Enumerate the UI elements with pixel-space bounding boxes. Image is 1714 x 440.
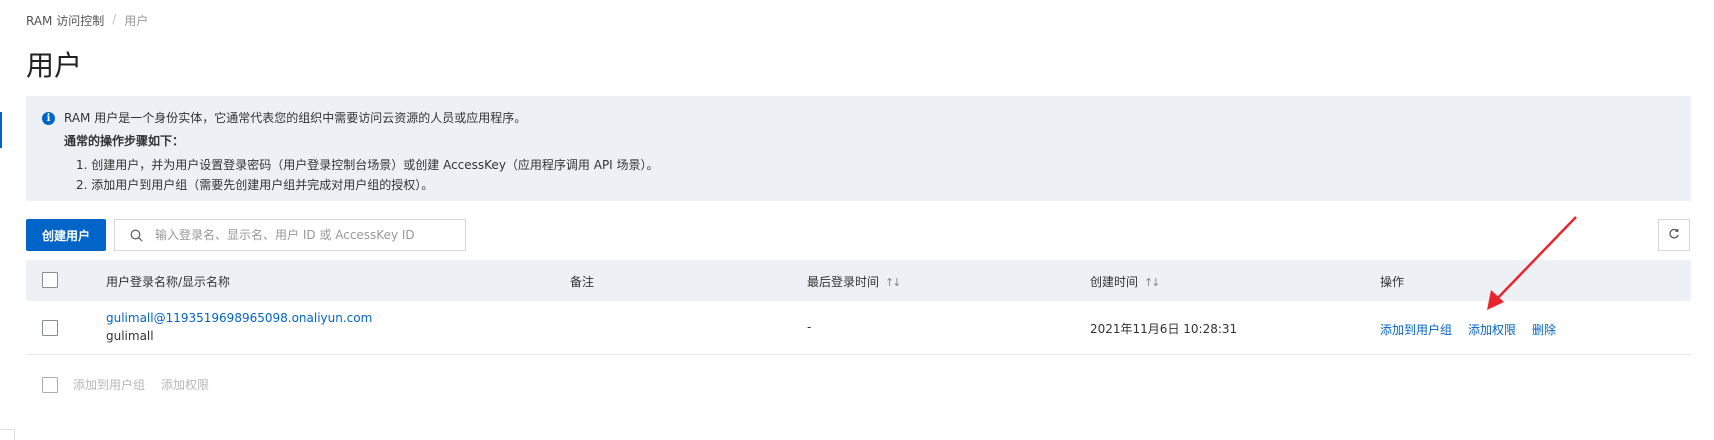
breadcrumb-current: 用户 [124,14,149,28]
refresh-button[interactable] [1658,219,1690,251]
sort-icon[interactable]: ↑↓ [885,276,902,289]
breadcrumb-root[interactable]: RAM 访问控制 [26,12,104,29]
info-icon: i [42,112,55,125]
notice-step-2: 2. 添加用户到用户组（需要先创建用户组并完成对用户组的授权）。 [76,178,434,192]
table-row: gulimall@1193519698965098.onaliyun.com g… [26,301,1691,355]
table-header: 用户登录名称/显示名称 备注 最后登录时间 ↑↓ 创建时间 ↑↓ 操作 [26,260,1691,301]
batch-select-checkbox[interactable] [42,376,58,393]
users-table: 用户登录名称/显示名称 备注 最后登录时间 ↑↓ 创建时间 ↑↓ 操作 gulima… [26,260,1691,355]
batch-actions: 添加到用户组 添加权限 [42,376,225,393]
search-box[interactable] [114,219,466,251]
left-accent-bar [0,112,2,148]
corner-decoration [0,429,15,440]
notice-step-1: 1. 创建用户，并为用户设置登录密码（用户登录控制台场景）或创建 AccessK… [76,158,659,172]
notice-line-1: RAM 用户是一个身份实体，它通常代表您的组织中需要访问云资源的人员或应用程序。 [64,111,527,125]
page-title: 用户 [26,49,83,82]
refresh-icon [1668,228,1680,243]
header-created-cell[interactable]: 创建时间 ↑↓ [1090,273,1161,290]
header-actions: 操作 [1380,275,1405,289]
search-icon [130,229,143,242]
create-user-button[interactable]: 创建用户 [26,219,106,251]
user-login-name-link[interactable]: gulimall@1193519698965098.onaliyun.com [106,311,372,325]
breadcrumb-separator: / [112,12,117,26]
search-input[interactable] [153,227,447,243]
header-last-login: 最后登录时间 [807,275,880,289]
breadcrumb: RAM 访问控制 / 用户 [26,12,148,29]
add-to-group-link[interactable]: 添加到用户组 [1380,321,1452,338]
header-note: 备注 [570,275,595,289]
header-name: 用户登录名称/显示名称 [106,275,231,289]
sort-icon[interactable]: ↑↓ [1144,276,1161,289]
batch-add-to-group-button[interactable]: 添加到用户组 [73,376,145,393]
select-all-checkbox[interactable] [42,272,58,288]
user-created-time: 2021年11月6日 10:28:31 [1090,322,1238,336]
batch-add-permission-button[interactable]: 添加权限 [161,376,209,393]
user-display-name: gulimall [106,329,154,343]
delete-link[interactable]: 删除 [1532,321,1556,338]
header-created: 创建时间 [1090,275,1139,289]
notice-steps-title: 通常的操作步骤如下： [64,134,185,148]
header-last-login-cell[interactable]: 最后登录时间 ↑↓ [807,273,902,290]
row-checkbox[interactable] [42,320,58,336]
add-permission-link[interactable]: 添加权限 [1468,321,1516,338]
user-last-login: - [807,320,812,334]
info-notice: i RAM 用户是一个身份实体，它通常代表您的组织中需要访问云资源的人员或应用程… [26,96,1691,201]
